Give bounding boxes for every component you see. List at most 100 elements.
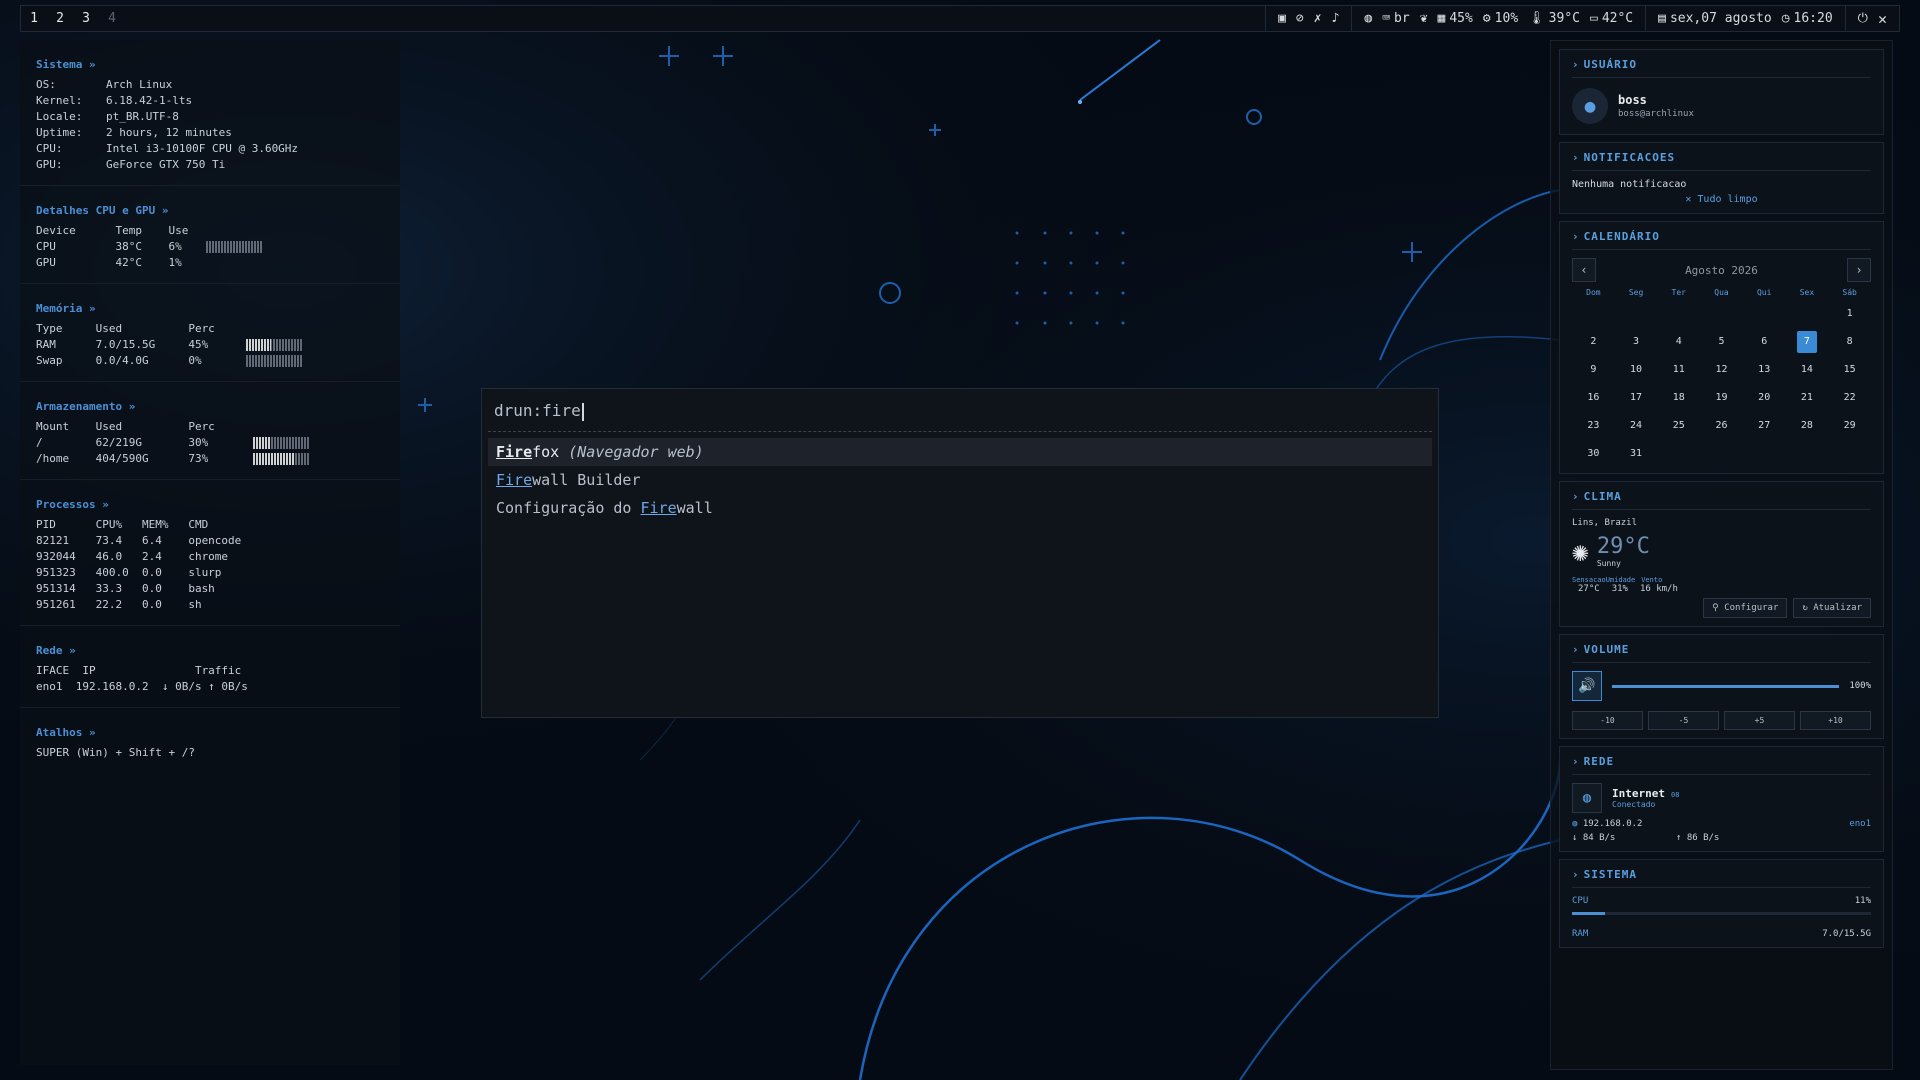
cpu-indicator[interactable]: ⚙ 10% xyxy=(1483,11,1518,26)
calendar-day[interactable]: 30 xyxy=(1572,443,1615,465)
cpu-temp-indicator[interactable]: 🌡 39°C xyxy=(1528,11,1580,26)
calendar-today[interactable]: 7 xyxy=(1796,331,1817,353)
chevron-right-icon: › xyxy=(1572,643,1580,656)
weather-config-button[interactable]: ⚲ Configurar xyxy=(1703,598,1788,618)
result-firefox[interactable]: Firefox (Navegador web) xyxy=(488,437,1432,466)
ram-row: RAM 7.0/15.5G 45% xyxy=(36,337,384,353)
calendar-cell: 30 xyxy=(1572,443,1615,465)
cpu-usage-bar xyxy=(1572,912,1871,915)
calendar-day[interactable]: 28 xyxy=(1786,415,1829,437)
calendar-cell: 25 xyxy=(1657,415,1700,437)
root-bar xyxy=(253,437,309,449)
clock-display[interactable]: ◷ 16:20 xyxy=(1782,11,1833,26)
volume-plus-10-button[interactable]: +10 xyxy=(1800,711,1871,730)
calendar-day[interactable]: 20 xyxy=(1743,387,1786,409)
avatar[interactable]: ● xyxy=(1572,88,1608,124)
volume-minus-5-button[interactable]: -5 xyxy=(1648,711,1719,730)
calendar-day[interactable]: 17 xyxy=(1615,387,1658,409)
cpu-row-text: CPU 38°C 6% xyxy=(36,240,182,253)
calendar-day[interactable]: 24 xyxy=(1615,415,1658,437)
workspace-1[interactable]: 1 xyxy=(21,11,47,26)
volume-slider[interactable] xyxy=(1612,684,1840,688)
calendar-day[interactable]: 2 xyxy=(1572,331,1615,353)
calendar-day[interactable]: 27 xyxy=(1743,415,1786,437)
weekday-label: Ter xyxy=(1671,288,1686,297)
result-match: Fire xyxy=(496,470,533,489)
calendar-day[interactable]: 11 xyxy=(1657,359,1700,381)
calendar-day[interactable]: 18 xyxy=(1657,387,1700,409)
storage-section: Armazenamento » Mount Used Perc / 62/219… xyxy=(20,382,400,480)
calendar-cell: 5 xyxy=(1700,331,1743,353)
workspace-2[interactable]: 2 xyxy=(47,11,73,26)
network-title: › REDE xyxy=(1572,755,1871,775)
calendar-day[interactable]: 6 xyxy=(1743,331,1786,353)
home-bar xyxy=(253,453,309,465)
calendar-cell: 13 xyxy=(1743,359,1786,381)
date-display[interactable]: ▤ sex,07 agosto xyxy=(1658,11,1772,26)
keyboard-layout[interactable]: ⌨ br xyxy=(1382,11,1409,26)
calendar-day[interactable]: 22 xyxy=(1828,387,1871,409)
gpu-icon: ▭ xyxy=(1589,11,1598,26)
close-icon[interactable]: ✕ xyxy=(1878,10,1887,28)
power-icon[interactable]: ⏻ xyxy=(1858,11,1868,26)
calendar-day[interactable]: 8 xyxy=(1828,331,1871,353)
calendar-blank xyxy=(1572,303,1615,325)
weather-title: › CLIMA xyxy=(1572,490,1871,510)
calendar-cell: 23 xyxy=(1572,415,1615,437)
calendar-cell: 6 xyxy=(1743,331,1786,353)
calendar-day[interactable]: 10 xyxy=(1615,359,1658,381)
calendar-day[interactable]: 19 xyxy=(1700,387,1743,409)
calendar-day[interactable]: 15 xyxy=(1828,359,1871,381)
clear-notifications-button[interactable]: ✕ Tudo limpo xyxy=(1572,194,1871,205)
calendar-day[interactable]: 16 xyxy=(1572,387,1615,409)
weather-update-button[interactable]: ↻ Atualizar xyxy=(1793,598,1871,618)
calendar-day[interactable]: 14 xyxy=(1786,359,1829,381)
calendar-day[interactable]: 3 xyxy=(1615,331,1658,353)
uptime-label: Uptime: xyxy=(36,126,83,139)
calendar-day[interactable]: 4 xyxy=(1657,331,1700,353)
prev-month-button[interactable]: ‹ xyxy=(1572,258,1596,282)
globe-icon[interactable]: ◍ xyxy=(1572,783,1602,813)
volume-title: › VOLUME xyxy=(1572,643,1871,663)
system-ram-value: 7.0/15.5G xyxy=(1822,929,1871,939)
memory-section: Memória » Type Used Perc RAM 7.0/15.5G 4… xyxy=(20,284,400,382)
chevron-right-icon: › xyxy=(1572,490,1580,503)
globe-icon: ◍ xyxy=(1572,819,1583,829)
calendar-day[interactable]: 12 xyxy=(1700,359,1743,381)
launcher-input[interactable]: drun:fire xyxy=(488,397,1432,432)
calendar-day[interactable]: 29 xyxy=(1828,415,1871,437)
user-card: › USUÁRIO ● boss boss@archlinux xyxy=(1559,49,1884,135)
globe-icon[interactable]: ◍ xyxy=(1364,11,1372,26)
calendar-day[interactable]: 13 xyxy=(1743,359,1786,381)
calendar-day[interactable]: 26 xyxy=(1700,415,1743,437)
calendar-day[interactable]: 5 xyxy=(1700,331,1743,353)
calendar-day[interactable]: 31 xyxy=(1615,443,1658,465)
workspace-3[interactable]: 3 xyxy=(73,11,99,26)
camera-off-icon[interactable]: ⊘ xyxy=(1296,11,1304,26)
calendar-cell: 9 xyxy=(1572,359,1615,381)
workspace-4[interactable]: 4 xyxy=(99,11,125,26)
calendar-day[interactable]: 1 xyxy=(1828,303,1871,325)
volume-minus-10-button[interactable]: -10 xyxy=(1572,711,1643,730)
sun-icon: ✺ xyxy=(1572,534,1589,568)
speaker-icon[interactable]: ♪ xyxy=(1332,11,1340,26)
memory-header: Type Used Perc xyxy=(36,322,215,335)
network-card: › REDE ◍ Internet 08 Conectado ◍ 192.168.0… xyxy=(1559,746,1884,852)
gpu-temp-indicator[interactable]: ▭ 42°C xyxy=(1590,11,1633,26)
result-firewall-builder[interactable]: Firewall Builder xyxy=(488,466,1432,494)
calendar-title: › CALENDÁRIO xyxy=(1572,230,1871,250)
battery-indicator[interactable]: ▦ 45% xyxy=(1438,11,1473,26)
calendar-cell: 10 xyxy=(1615,359,1658,381)
layout-icon[interactable]: ▣ xyxy=(1278,11,1286,26)
volume-plus-5-button[interactable]: +5 xyxy=(1724,711,1795,730)
calendar-day[interactable]: 23 xyxy=(1572,415,1615,437)
result-firewall-config[interactable]: Configuração do Firewall xyxy=(488,494,1432,522)
calendar-cell: 17 xyxy=(1615,387,1658,409)
calendar-day[interactable]: 25 xyxy=(1657,415,1700,437)
mic-off-icon[interactable]: ✗ xyxy=(1314,11,1322,26)
next-month-button[interactable]: › xyxy=(1846,258,1871,282)
calendar-day[interactable]: 21 xyxy=(1786,387,1829,409)
calendar-cell: 2 xyxy=(1572,331,1615,353)
speaker-icon[interactable]: 🔊 xyxy=(1572,671,1602,701)
calendar-day[interactable]: 9 xyxy=(1572,359,1615,381)
